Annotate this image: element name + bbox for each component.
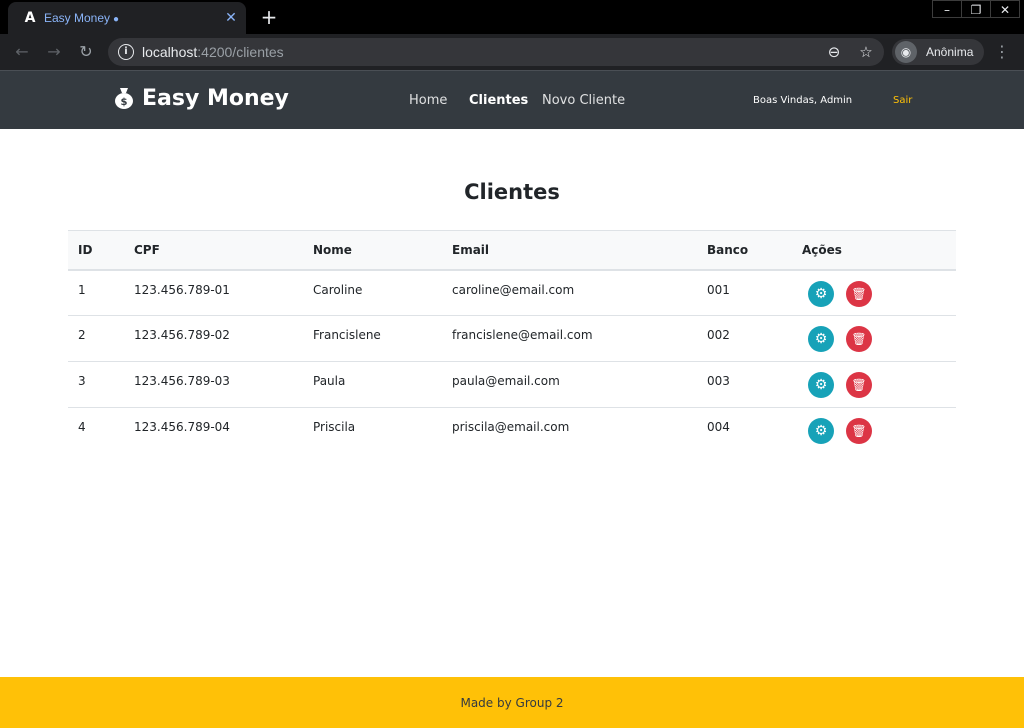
cell-nome: Priscila [303, 407, 442, 454]
site-info-icon[interactable]: i [118, 44, 134, 60]
nav-link-home[interactable]: Home [409, 92, 447, 110]
angular-icon: A [24, 10, 36, 26]
money-bag-icon: $ [114, 87, 134, 111]
page-footer: Made by Group 2 [0, 677, 1024, 728]
column-header-acoes: Ações [792, 230, 956, 271]
table-row: 3 123.456.789-03 Paula paula@email.com 0… [68, 361, 956, 408]
browser-menu-icon[interactable]: ⋮ [994, 42, 1010, 62]
cell-banco: 001 [707, 282, 730, 297]
profile-label: Anônima [926, 45, 974, 59]
clients-table: ID CPF Nome Email Banco Ações 1 123.456.… [68, 230, 956, 454]
forward-arrow-icon[interactable]: → [44, 42, 64, 62]
column-header-nome: Nome [303, 230, 442, 271]
incognito-profile-button[interactable]: ◉ Anônima [892, 39, 984, 65]
delete-trash-icon[interactable]: 🗑 [846, 418, 872, 444]
brand-link[interactable]: $ Easy Money [114, 85, 289, 113]
edit-gear-icon[interactable]: ⚙ [808, 280, 834, 307]
table-row: 2 123.456.789-02 Francislene francislene… [68, 315, 956, 362]
cell-nome: Caroline [313, 282, 363, 297]
cell-id: 2 [68, 315, 124, 362]
url-path: :4200/clientes [197, 44, 284, 60]
cell-email: francislene@email.com [442, 315, 697, 362]
url-text: localhost:4200/clientes [142, 44, 284, 60]
svg-text:$: $ [121, 97, 128, 108]
cell-cpf: 123.456.789-02 [124, 315, 303, 362]
restore-button[interactable]: ❐ [961, 0, 991, 18]
cell-email: priscila@email.com [442, 407, 697, 454]
column-header-id: ID [68, 230, 124, 271]
incognito-icon: ◉ [895, 41, 917, 63]
delete-trash-icon[interactable]: 🗑 [846, 326, 872, 352]
cell-actions: ⚙ 🗑 [792, 361, 956, 408]
logout-link[interactable]: Sair [893, 94, 912, 108]
nav-link-novo-cliente[interactable]: Novo Cliente [542, 92, 625, 110]
column-header-cpf: CPF [124, 230, 303, 271]
cell-cpf: 123.456.789-01 [134, 282, 230, 297]
reload-icon[interactable]: ↻ [76, 42, 96, 62]
cell-cpf: 123.456.789-03 [124, 361, 303, 408]
cell-id: 1 [78, 282, 86, 297]
back-arrow-icon[interactable]: ← [12, 42, 32, 62]
star-icon[interactable]: ☆ [856, 42, 876, 62]
cell-email: paula@email.com [442, 361, 697, 408]
close-tab-icon[interactable]: ✕ [222, 9, 240, 27]
edit-gear-icon[interactable]: ⚙ [808, 418, 834, 444]
page-title: Clientes [464, 180, 560, 204]
cell-cpf: 123.456.789-04 [124, 407, 303, 454]
delete-trash-icon[interactable]: 🗑 [846, 280, 872, 307]
browser-toolbar: ← → ↻ i localhost:4200/clientes ⊖ ☆ ◉ An… [0, 34, 1024, 70]
delete-trash-icon[interactable]: 🗑 [846, 372, 872, 398]
column-header-email: Email [442, 230, 697, 271]
new-tab-button[interactable]: + [258, 6, 280, 28]
minimize-button[interactable]: – [932, 0, 962, 18]
money-bag-icon: ● [113, 14, 120, 25]
table-row: 1 123.456.789-01 Caroline caroline@email… [68, 270, 956, 316]
cell-actions: ⚙ 🗑 [792, 407, 956, 454]
money-bag-svg: $ [115, 88, 133, 109]
cell-email: caroline@email.com [452, 282, 575, 297]
table-header-row: ID CPF Nome Email Banco Ações [68, 230, 956, 271]
cell-id: 3 [68, 361, 124, 408]
cell-banco: 004 [697, 407, 792, 454]
cell-banco: 002 [697, 315, 792, 362]
edit-gear-icon[interactable]: ⚙ [808, 372, 834, 398]
tab-title-text: Easy Money [44, 11, 111, 25]
nav-link-clientes[interactable]: Clientes [469, 92, 528, 110]
zoom-icon[interactable]: ⊖ [824, 42, 844, 62]
column-header-banco: Banco [697, 230, 792, 271]
address-bar[interactable]: i localhost:4200/clientes ⊖ ☆ [108, 38, 884, 66]
cell-banco: 003 [697, 361, 792, 408]
app-navbar: $ Easy Money Home Clientes Novo Cliente … [0, 70, 1024, 129]
browser-tab[interactable]: A Easy Money ● ✕ [8, 2, 246, 34]
cell-nome: Francislene [303, 315, 442, 362]
cell-actions: ⚙ 🗑 [792, 315, 956, 362]
tab-title: Easy Money ● [44, 10, 119, 28]
close-window-button[interactable]: ✕ [990, 0, 1020, 18]
brand-name: Easy Money [142, 86, 289, 111]
table-row: 4 123.456.789-04 Priscila priscila@email… [68, 407, 956, 454]
edit-gear-icon[interactable]: ⚙ [808, 326, 834, 352]
footer-text: Made by Group 2 [460, 696, 564, 710]
welcome-text: Boas Vindas, Admin [753, 95, 853, 106]
cell-nome: Paula [303, 361, 442, 408]
url-host: localhost [142, 44, 198, 60]
cell-actions: ⚙ 🗑 [792, 270, 956, 316]
cell-id: 4 [68, 407, 124, 454]
browser-tabstrip: A Easy Money ● ✕ + – ❐ ✕ [0, 0, 1024, 34]
window-controls: – ❐ ✕ [932, 0, 1020, 18]
